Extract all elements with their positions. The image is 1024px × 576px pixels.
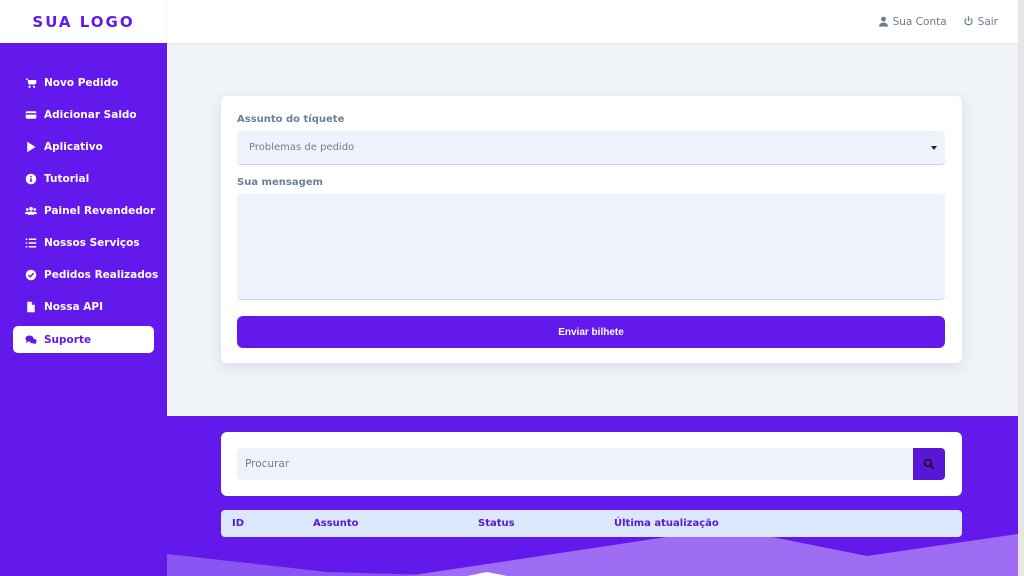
sidebar-item-adicionar-saldo[interactable]: Adicionar Saldo [0, 99, 167, 131]
search-icon [923, 458, 935, 470]
sidebar-item-label: Nossos Serviços [44, 237, 140, 249]
cart-icon [24, 76, 38, 90]
sidebar-item-label: Pedidos Realizados [44, 269, 159, 281]
search-input[interactable]: Procurar [237, 448, 913, 480]
sidebar-item-label: Suporte [44, 333, 92, 346]
logo[interactable]: SUA LOGO [32, 13, 134, 31]
column-header-last-update[interactable]: Última atualização [614, 518, 719, 529]
column-header-id[interactable]: ID [232, 518, 244, 529]
sidebar-item-suporte[interactable]: Suporte [13, 326, 154, 353]
account-label: Sua Conta [892, 15, 947, 28]
sidebar: SUA LOGO Novo Pedido Adicionar Saldo Apl… [0, 0, 167, 576]
sidebar-item-nossos-servicos[interactable]: Nossos Serviços [0, 227, 167, 259]
tickets-table-header: ID Assunto Status Última atualização [221, 510, 962, 537]
sidebar-item-label: Nossa API [44, 301, 103, 313]
subject-select-value: Problemas de pedido [249, 142, 355, 153]
column-header-subject[interactable]: Assunto [313, 518, 359, 529]
sidebar-item-novo-pedido[interactable]: Novo Pedido [0, 67, 167, 99]
message-textarea[interactable] [237, 194, 945, 300]
sidebar-item-nossa-api[interactable]: Nossa API [0, 291, 167, 323]
logout-link[interactable]: Sair [963, 16, 998, 28]
info-icon [24, 172, 38, 186]
sidebar-item-aplicativo[interactable]: Aplicativo [0, 131, 167, 163]
sidebar-nav: Novo Pedido Adicionar Saldo Aplicativo T… [0, 43, 167, 353]
play-icon [24, 140, 38, 154]
credit-card-icon [24, 108, 38, 122]
sidebar-item-label: Aplicativo [44, 141, 103, 153]
check-circle-icon [24, 268, 38, 282]
user-icon [878, 16, 888, 27]
sidebar-item-pedidos-realizados[interactable]: Pedidos Realizados [0, 259, 167, 291]
ticket-form-card: Assunto do tíquete Problemas de pedido S… [221, 96, 962, 363]
file-icon [24, 300, 38, 314]
sidebar-item-painel-revendedor[interactable]: Painel Revendedor [0, 195, 167, 227]
search-card: Procurar [221, 432, 962, 496]
account-link[interactable]: Sua Conta [878, 16, 947, 28]
subject-select[interactable]: Problemas de pedido [237, 131, 945, 165]
subject-label: Assunto do tíquete [237, 114, 345, 125]
list-icon [24, 236, 38, 250]
sidebar-item-label: Tutorial [44, 173, 90, 185]
caret-down-icon [931, 146, 937, 150]
logo-container[interactable]: SUA LOGO [0, 0, 167, 43]
logout-label: Sair [977, 15, 998, 28]
comments-icon [24, 333, 38, 347]
message-label: Sua mensagem [237, 177, 323, 188]
power-icon [964, 16, 973, 26]
submit-ticket-button[interactable]: Enviar bilhete [237, 316, 945, 348]
page-scrollbar[interactable] [1018, 0, 1024, 576]
sidebar-item-label: Painel Revendedor [44, 205, 156, 217]
sidebar-item-tutorial[interactable]: Tutorial [0, 163, 167, 195]
users-icon [24, 204, 38, 218]
top-bar: Sua Conta Sair [167, 0, 1018, 43]
sidebar-item-label: Novo Pedido [44, 77, 119, 89]
search-button[interactable] [913, 448, 945, 480]
sidebar-item-label: Adicionar Saldo [44, 109, 137, 121]
column-header-status[interactable]: Status [478, 518, 515, 529]
